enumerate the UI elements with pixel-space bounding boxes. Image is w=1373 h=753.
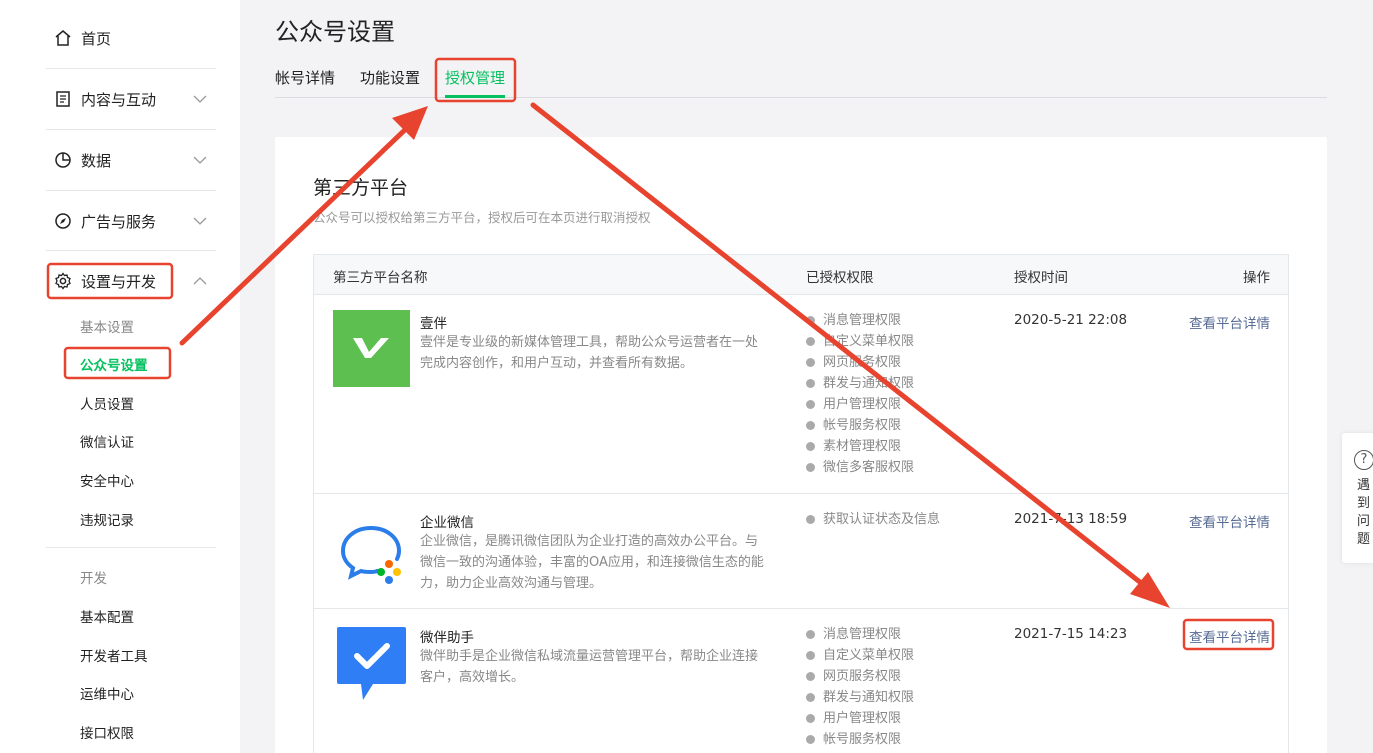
permission-item: 网页服务权限	[806, 352, 914, 373]
weiban-logo	[333, 624, 410, 701]
sidebar-item-api-perms[interactable]: 接口权限	[80, 722, 134, 742]
permission-item: 用户管理权限	[806, 708, 914, 729]
permission-item: 帐号服务权限	[806, 729, 914, 750]
home-icon	[53, 28, 73, 48]
compass-icon	[53, 211, 73, 231]
wecom-logo	[333, 514, 410, 591]
table-row: 微伴助手 微伴助手是企业微信私域流量运营管理平台，帮助企业连接客户，高效增长。 …	[314, 609, 1288, 753]
nav-content-label: 内容与互动	[81, 90, 157, 109]
chevron-down-icon	[193, 217, 207, 225]
col-time: 授权时间	[1014, 270, 1068, 286]
sidebar-item-account-settings[interactable]: 公众号设置	[80, 354, 148, 374]
nav-data-label: 数据	[81, 151, 112, 170]
sub-header-dev: 开发	[80, 571, 107, 587]
permission-item: 自定义菜单权限	[806, 645, 914, 666]
help-float-button[interactable]: ? 遇到问题	[1342, 433, 1373, 563]
view-platform-details-link[interactable]: 查看平台详情	[1189, 626, 1270, 646]
table-row: 壹伴 壹伴是专业级的新媒体管理工具，帮助公众号运营者在一处完成内容创作，和用户互…	[314, 295, 1288, 494]
question-icon: ?	[1354, 450, 1373, 470]
platform-description: 企业微信，是腾讯微信团队为企业打造的高效办公平台。与微信一致的沟通体验，丰富的O…	[420, 534, 764, 591]
tab-account-details[interactable]: 帐号详情	[275, 67, 335, 88]
sidebar-item-violations[interactable]: 违规记录	[80, 509, 134, 529]
section-description: 公众号可以授权给第三方平台，授权后可在本页进行取消授权	[313, 210, 651, 225]
page-title: 公众号设置	[275, 18, 395, 46]
permission-item: 微信多客服权限	[806, 457, 914, 478]
permission-item: 网页服务权限	[806, 666, 914, 687]
third-party-card: 第三方平台 公众号可以授权给第三方平台，授权后可在本页进行取消授权 第三方平台名…	[275, 137, 1327, 753]
auth-time: 2021-7-13 18:59	[1014, 511, 1128, 527]
divider	[46, 547, 216, 548]
active-tab-indicator	[445, 95, 505, 98]
nav-settings-label: 设置与开发	[81, 272, 157, 291]
permission-item: 群发与通知权限	[806, 373, 914, 394]
permission-item: 消息管理权限	[806, 310, 914, 331]
nav-ads[interactable]: 广告与服务	[46, 191, 216, 251]
pie-chart-icon	[53, 150, 73, 170]
nav-content[interactable]: 内容与互动	[46, 69, 216, 129]
col-name: 第三方平台名称	[333, 270, 428, 286]
tab-bar: 帐号详情 功能设置 授权管理	[275, 64, 1327, 98]
platform-name: 企业微信	[420, 515, 474, 531]
platform-table: 第三方平台名称 已授权权限 授权时间 操作 壹伴 壹伴是专业级的新媒体管理工具，…	[313, 254, 1289, 753]
chevron-down-icon	[193, 95, 207, 103]
nav-ads-label: 广告与服务	[81, 212, 157, 231]
nav-data[interactable]: 数据	[46, 130, 216, 190]
section-title: 第三方平台	[313, 177, 409, 199]
platform-description: 壹伴是专业级的新媒体管理工具，帮助公众号运营者在一处完成内容创作，和用户互动，并…	[420, 335, 759, 371]
chevron-up-icon	[193, 277, 207, 285]
view-platform-details-link[interactable]: 查看平台详情	[1189, 312, 1270, 332]
permission-list: 获取认证状态及信息	[806, 509, 940, 530]
platform-description: 微伴助手是企业微信私域流量运营管理平台，帮助企业连接客户，高效增长。	[420, 649, 759, 685]
sidebar-item-ops-center[interactable]: 运维中心	[80, 683, 134, 703]
permission-item: 获取认证状态及信息	[806, 509, 940, 530]
permission-item: 用户管理权限	[806, 394, 914, 415]
table-row: 企业微信 企业微信，是腾讯微信团队为企业打造的高效办公平台。与微信一致的沟通体验…	[314, 494, 1288, 609]
yiban-logo	[333, 310, 410, 387]
platform-name: 壹伴	[420, 316, 447, 332]
sidebar-item-dev-tools[interactable]: 开发者工具	[80, 645, 148, 665]
nav-settings[interactable]: 设置与开发	[46, 251, 216, 311]
nav-home[interactable]: 首页	[46, 8, 216, 68]
permission-list: 消息管理权限 自定义菜单权限 网页服务权限 群发与通知权限 用户管理权限 帐号服…	[806, 624, 914, 750]
view-platform-details-link[interactable]: 查看平台详情	[1189, 511, 1270, 531]
help-text: 遇到问题	[1357, 478, 1371, 547]
permission-item: 素材管理权限	[806, 436, 914, 457]
sidebar-item-staff[interactable]: 人员设置	[80, 393, 134, 413]
permission-item: 群发与通知权限	[806, 687, 914, 708]
auth-time: 2021-7-15 14:23	[1014, 626, 1128, 642]
permission-list: 消息管理权限 自定义菜单权限 网页服务权限 群发与通知权限 用户管理权限 帐号服…	[806, 310, 914, 478]
chevron-down-icon	[193, 156, 207, 164]
platform-name: 微伴助手	[420, 630, 474, 646]
auth-time: 2020-5-21 22:08	[1014, 312, 1128, 328]
permission-item: 帐号服务权限	[806, 415, 914, 436]
document-icon	[53, 89, 73, 109]
nav-home-label: 首页	[81, 29, 112, 48]
gear-icon	[53, 271, 73, 291]
permission-item: 消息管理权限	[806, 624, 914, 645]
sidebar: 首页 内容与互动 数据 广告与服务 设置与开发 基本设置 公众号设置 人员设置 …	[0, 0, 240, 753]
tab-feature-settings[interactable]: 功能设置	[360, 67, 420, 88]
sub-header-basic: 基本设置	[80, 320, 134, 336]
sidebar-item-wechat-verify[interactable]: 微信认证	[80, 431, 134, 451]
permission-item: 自定义菜单权限	[806, 331, 914, 352]
sidebar-item-basic-config[interactable]: 基本配置	[80, 606, 134, 626]
table-header: 第三方平台名称 已授权权限 授权时间 操作	[314, 255, 1288, 295]
col-permissions: 已授权权限	[806, 270, 874, 286]
main-content: 公众号设置 帐号详情 功能设置 授权管理 第三方平台 公众号可以授权给第三方平台…	[240, 0, 1373, 753]
col-action: 操作	[1243, 270, 1270, 286]
tab-authorization[interactable]: 授权管理	[445, 67, 505, 88]
sidebar-item-security[interactable]: 安全中心	[80, 470, 134, 490]
